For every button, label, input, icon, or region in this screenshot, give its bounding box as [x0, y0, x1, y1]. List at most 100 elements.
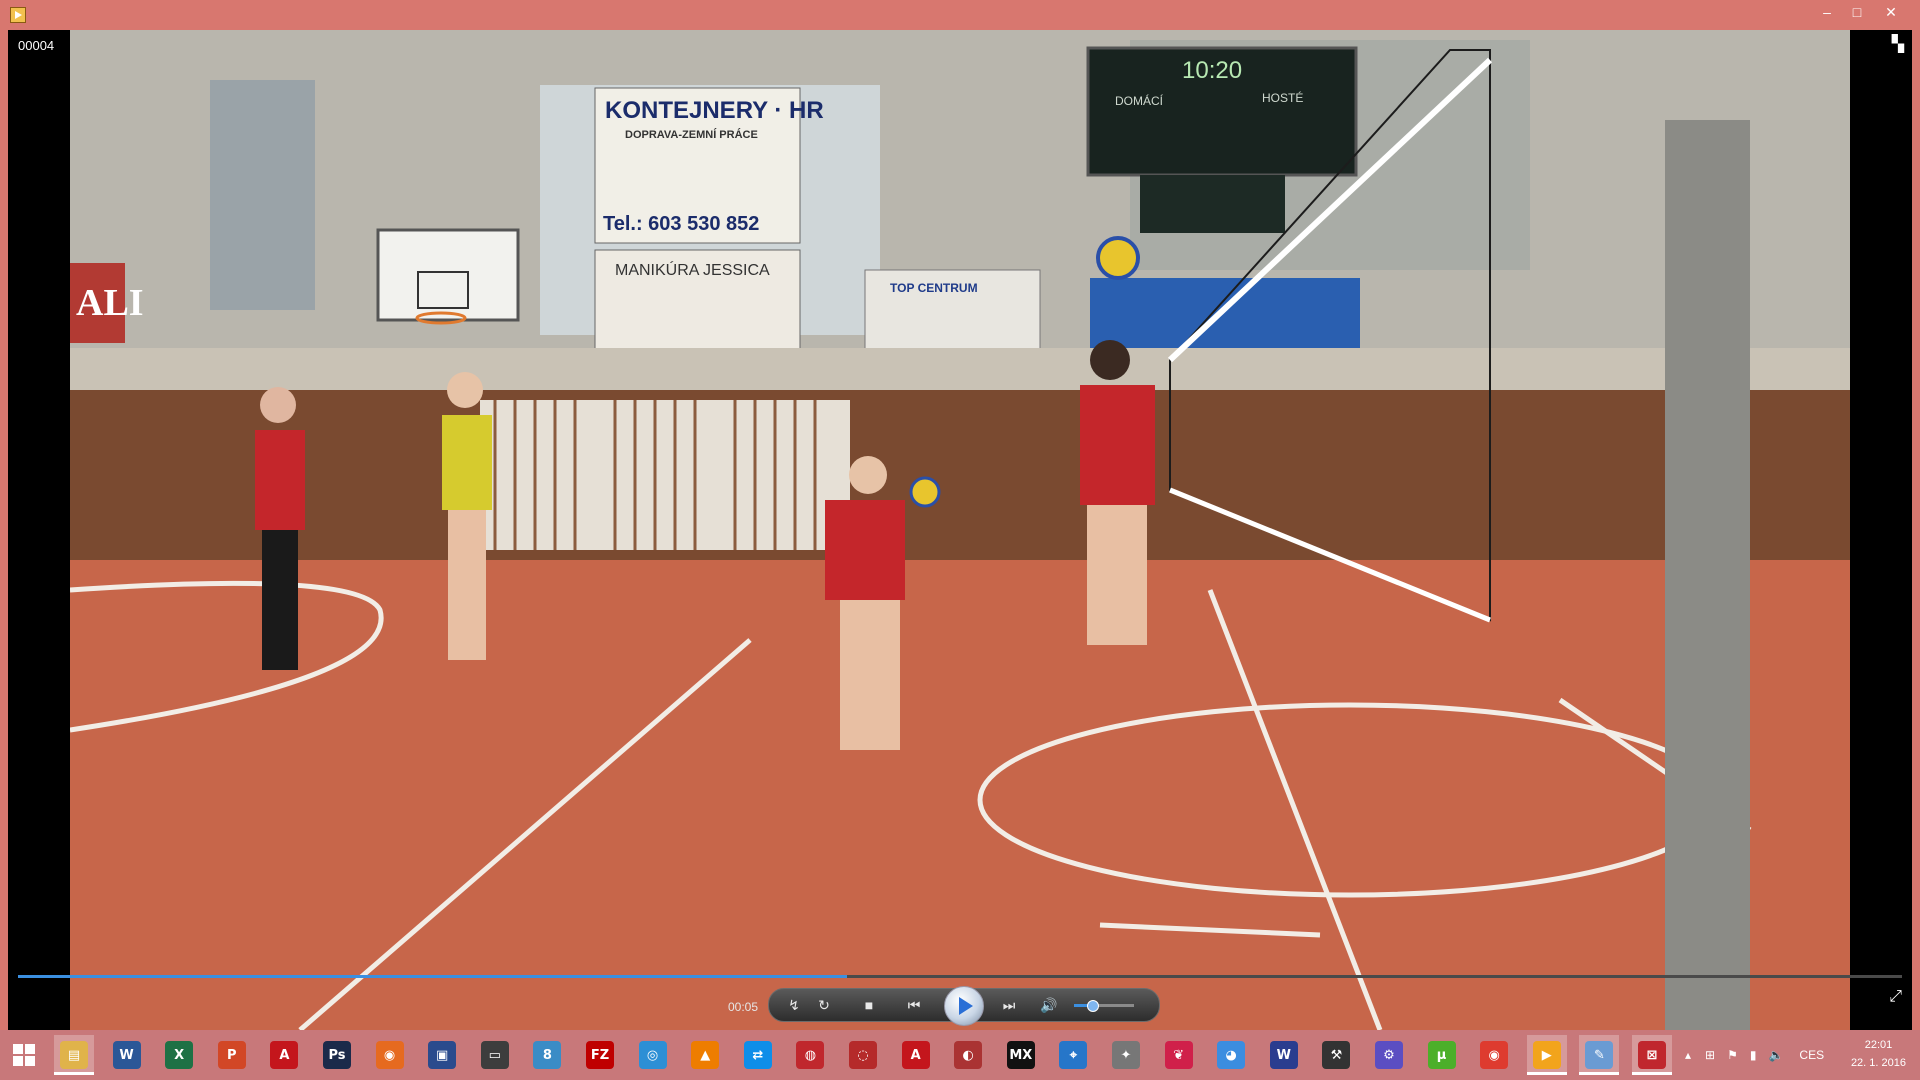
banner-top-centrum-title: TOP CENTRUM — [890, 281, 978, 295]
title-bar: – □ ✕ — [0, 0, 1920, 30]
taskbar-app-vlc[interactable]: ▲ — [685, 1035, 725, 1075]
window-frame-left — [0, 30, 8, 1030]
repeat-icon[interactable]: ↻ — [809, 989, 839, 1021]
winamp-icon: W — [1269, 1041, 1298, 1069]
firefox-icon: ◉ — [375, 1041, 404, 1069]
scoreboard-home-label: DOMÁCÍ — [1115, 93, 1164, 108]
taskbar-app-save-tool[interactable]: ▣ — [422, 1035, 462, 1075]
clock-time: 22:01 — [1864, 1039, 1893, 1051]
taskbar-app-network-app[interactable]: ⌖ — [1053, 1035, 1093, 1075]
taskbar-app-file-explorer[interactable]: ▤ — [54, 1035, 94, 1075]
chrome-icon: ◉ — [1480, 1041, 1509, 1069]
clock-date: 22. 1. 2016 — [1850, 1057, 1906, 1069]
banner-kontejnery-subtitle: DOPRAVA-ZEMNÍ PRÁCE — [625, 128, 758, 141]
acrobat-icon: A — [270, 1041, 299, 1069]
taskbar-app-app-8[interactable]: 8 — [527, 1035, 567, 1075]
taskbar-app-firefox[interactable]: ◉ — [370, 1035, 410, 1075]
speaker-icon[interactable]: 🔈 — [1768, 1048, 1783, 1062]
taskbar: ▤ W X P A Ps ◉ ▣ ▭ 8 FZ ◎ ▲ ⇄ ◍ ◌ A ◐ MX ⌖ ✦ ❦ ◕ W ⚒ ⚙ µ ◉ ▶ ✎ ⊠ ▴ ⊞ ⚑… — [0, 1030, 1920, 1080]
net-post — [1665, 120, 1750, 1030]
taskbar-app-winamp[interactable]: W — [1264, 1035, 1304, 1075]
taskbar-app-tools-app[interactable]: ⚒ — [1316, 1035, 1356, 1075]
lips-app-icon: ❦ — [1164, 1041, 1193, 1069]
taskbar-app-acrobat[interactable]: A — [264, 1035, 304, 1075]
minimize-button[interactable]: – — [1812, 0, 1842, 26]
taskbar-app-volleyball-app[interactable]: ◍ — [790, 1035, 830, 1075]
taskbar-app-filezilla[interactable]: FZ — [580, 1035, 620, 1075]
red-app-icon: ⊠ — [1638, 1041, 1666, 1069]
taskbar-app-monitor-app[interactable]: ▭ — [475, 1035, 515, 1075]
shuffle-icon[interactable]: ↯ — [779, 989, 809, 1021]
taskbar-app-pin-app[interactable]: ✦ — [1106, 1035, 1146, 1075]
word-icon: W — [112, 1041, 141, 1069]
windows-logo-icon — [13, 1044, 35, 1066]
taskbar-app-globe-app[interactable]: ◎ — [633, 1035, 673, 1075]
settings-app-icon: ⚙ — [1375, 1041, 1403, 1069]
seek-bar-fill — [18, 975, 847, 978]
paint-app-icon: ✎ — [1585, 1041, 1614, 1069]
video-frame[interactable]: ALI KONTEJNERY · HR DOPRAVA-ZEMNÍ PRÁCE … — [70, 30, 1850, 1030]
seek-bar[interactable] — [18, 975, 1902, 978]
close-button[interactable]: ✕ — [1876, 0, 1906, 26]
taskbar-app-red-app[interactable]: ⊠ — [1632, 1035, 1672, 1075]
language-indicator[interactable]: CES — [1799, 1048, 1824, 1062]
taskbar-app-paint-app[interactable]: ✎ — [1579, 1035, 1620, 1075]
taskbar-app-settings-app[interactable]: ⚙ — [1369, 1035, 1409, 1075]
playlist-toggle-icon[interactable]: ▚ — [1892, 34, 1904, 54]
taskbar-app-circle-app[interactable]: ◌ — [843, 1035, 883, 1075]
taskbar-app-media-app[interactable]: ◐ — [948, 1035, 988, 1075]
banner-kontejnery-title: KONTEJNERY · HR — [605, 97, 824, 124]
taskbar-app-earth-app[interactable]: ◕ — [1211, 1035, 1251, 1075]
mx-player-icon: MX — [1006, 1041, 1035, 1069]
taskbar-app-media-player[interactable]: ▶ — [1526, 1035, 1567, 1075]
fullscreen-icon[interactable]: ⤢ — [1889, 988, 1902, 1006]
volume-slider-knob[interactable] — [1087, 1000, 1099, 1012]
volleyball — [909, 476, 941, 508]
volume-icon[interactable]: 🔊 — [1034, 989, 1064, 1021]
powerpoint-icon: P — [217, 1041, 246, 1069]
globe-app-icon: ◎ — [638, 1041, 667, 1069]
court-floor — [70, 560, 1850, 1030]
taskbar-app-lips-app[interactable]: ❦ — [1159, 1035, 1199, 1075]
scoreboard-lower — [1140, 175, 1285, 233]
monitor-app-icon: ▭ — [480, 1041, 509, 1069]
filezilla-icon: FZ — [586, 1041, 614, 1069]
next-button[interactable]: ⏭ — [994, 989, 1024, 1021]
taskbar-app-mx-player[interactable]: MX — [1001, 1035, 1041, 1075]
app-icon[interactable] — [10, 7, 26, 23]
stop-button[interactable]: ■ — [854, 989, 884, 1021]
tools-app-icon: ⚒ — [1322, 1041, 1351, 1069]
windows-flag-icon[interactable]: ⊞ — [1705, 1048, 1715, 1062]
network-app-icon: ⌖ — [1059, 1041, 1088, 1069]
current-time: 00:05 — [728, 1000, 759, 1014]
play-button[interactable] — [944, 986, 984, 1026]
taskbar-app-powerpoint[interactable]: P — [212, 1035, 252, 1075]
vlc-icon: ▲ — [691, 1041, 720, 1069]
taskbar-app-photoshop[interactable]: Ps — [317, 1035, 357, 1075]
maximize-button[interactable]: □ — [1842, 0, 1872, 26]
tray-expand-icon[interactable]: ▴ — [1685, 1048, 1691, 1062]
taskbar-app-excel[interactable]: X — [159, 1035, 199, 1075]
volleyball — [1096, 236, 1140, 280]
app-8-icon: 8 — [533, 1041, 562, 1069]
pdf-app-icon: A — [901, 1041, 930, 1069]
action-flag-icon[interactable]: ⚑ — [1727, 1048, 1738, 1062]
start-button[interactable] — [4, 1035, 44, 1075]
scoreboard-away-label: HOSTÉ — [1262, 90, 1303, 105]
taskbar-app-chrome[interactable]: ◉ — [1474, 1035, 1514, 1075]
previous-button[interactable]: ⏮ — [899, 989, 929, 1021]
banner-kontejnery-phone: Tel.: 603 530 852 — [603, 213, 759, 235]
system-tray: ▴ ⊞ ⚑ ▮ 🔈 CES — [1685, 1030, 1824, 1080]
taskbar-app-pdf-app[interactable]: A — [896, 1035, 936, 1075]
clock[interactable]: 22:01 22. 1. 2016 — [1851, 1036, 1906, 1072]
banner-manikura-title: MANIKÚRA JESSICA — [615, 260, 770, 279]
taskbar-app-word[interactable]: W — [107, 1035, 147, 1075]
file-label: 00004 — [18, 38, 55, 53]
volume-slider[interactable] — [1074, 1000, 1134, 1012]
utorrent-icon: µ — [1427, 1041, 1456, 1069]
player-yellow — [442, 372, 492, 660]
taskbar-app-teamviewer[interactable]: ⇄ — [738, 1035, 778, 1075]
network-icon[interactable]: ▮ — [1750, 1048, 1757, 1062]
save-tool-icon: ▣ — [428, 1041, 457, 1069]
taskbar-app-utorrent[interactable]: µ — [1422, 1035, 1462, 1075]
